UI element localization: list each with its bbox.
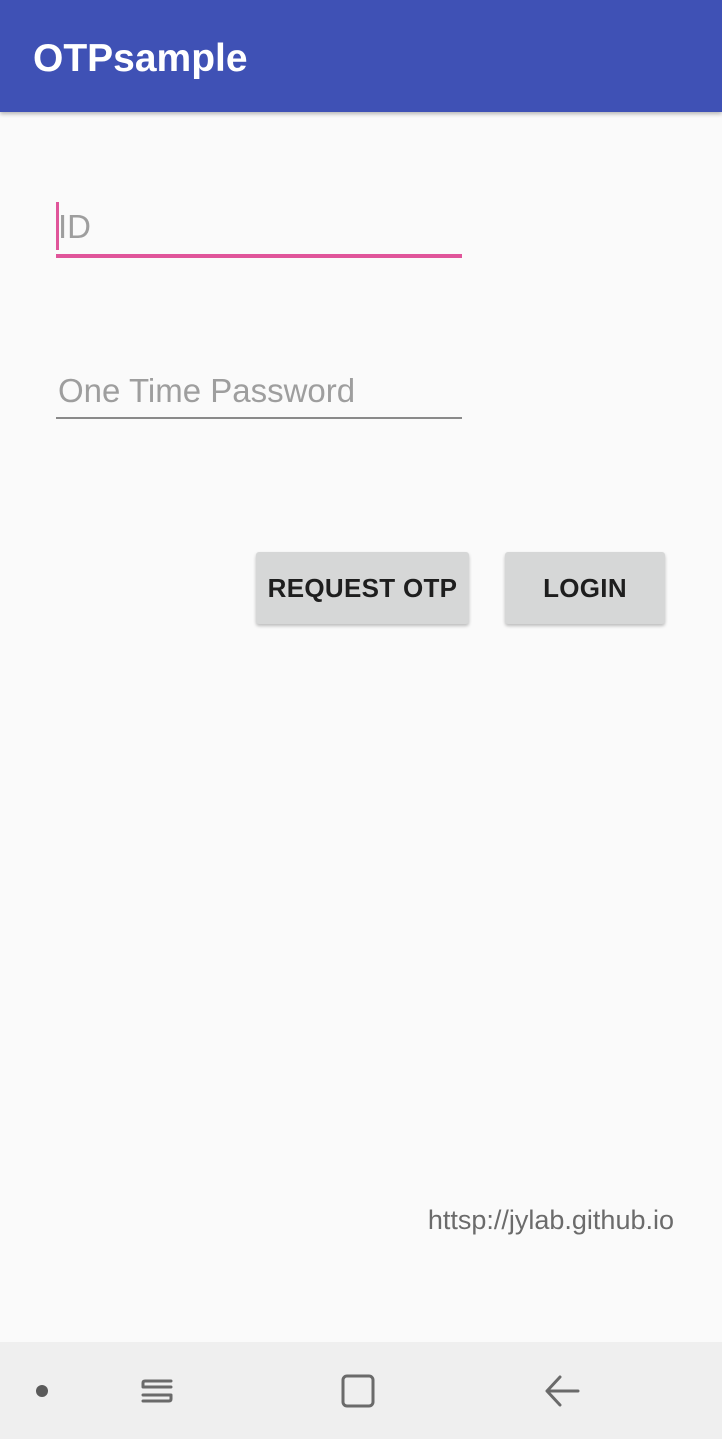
id-field[interactable]	[56, 200, 462, 258]
recent-apps-icon[interactable]	[131, 1342, 183, 1439]
login-button[interactable]: LOGIN	[505, 552, 665, 624]
home-icon[interactable]	[334, 1342, 382, 1439]
footer-link: httsp://jylab.github.io	[427, 1205, 674, 1235]
otp-underline	[56, 417, 462, 419]
otp-input[interactable]	[56, 366, 462, 416]
id-input[interactable]	[56, 200, 462, 254]
back-icon[interactable]	[538, 1342, 586, 1439]
text-cursor	[56, 202, 59, 250]
id-underline	[56, 254, 462, 258]
request-otp-button[interactable]: REQUEST OTP	[256, 552, 469, 624]
navigation-bar	[0, 1342, 722, 1439]
app-title: OTPsample	[33, 37, 248, 80]
app-bar: OTPsample	[0, 0, 722, 112]
otp-field[interactable]	[56, 366, 462, 419]
dot-icon[interactable]	[22, 1342, 62, 1439]
